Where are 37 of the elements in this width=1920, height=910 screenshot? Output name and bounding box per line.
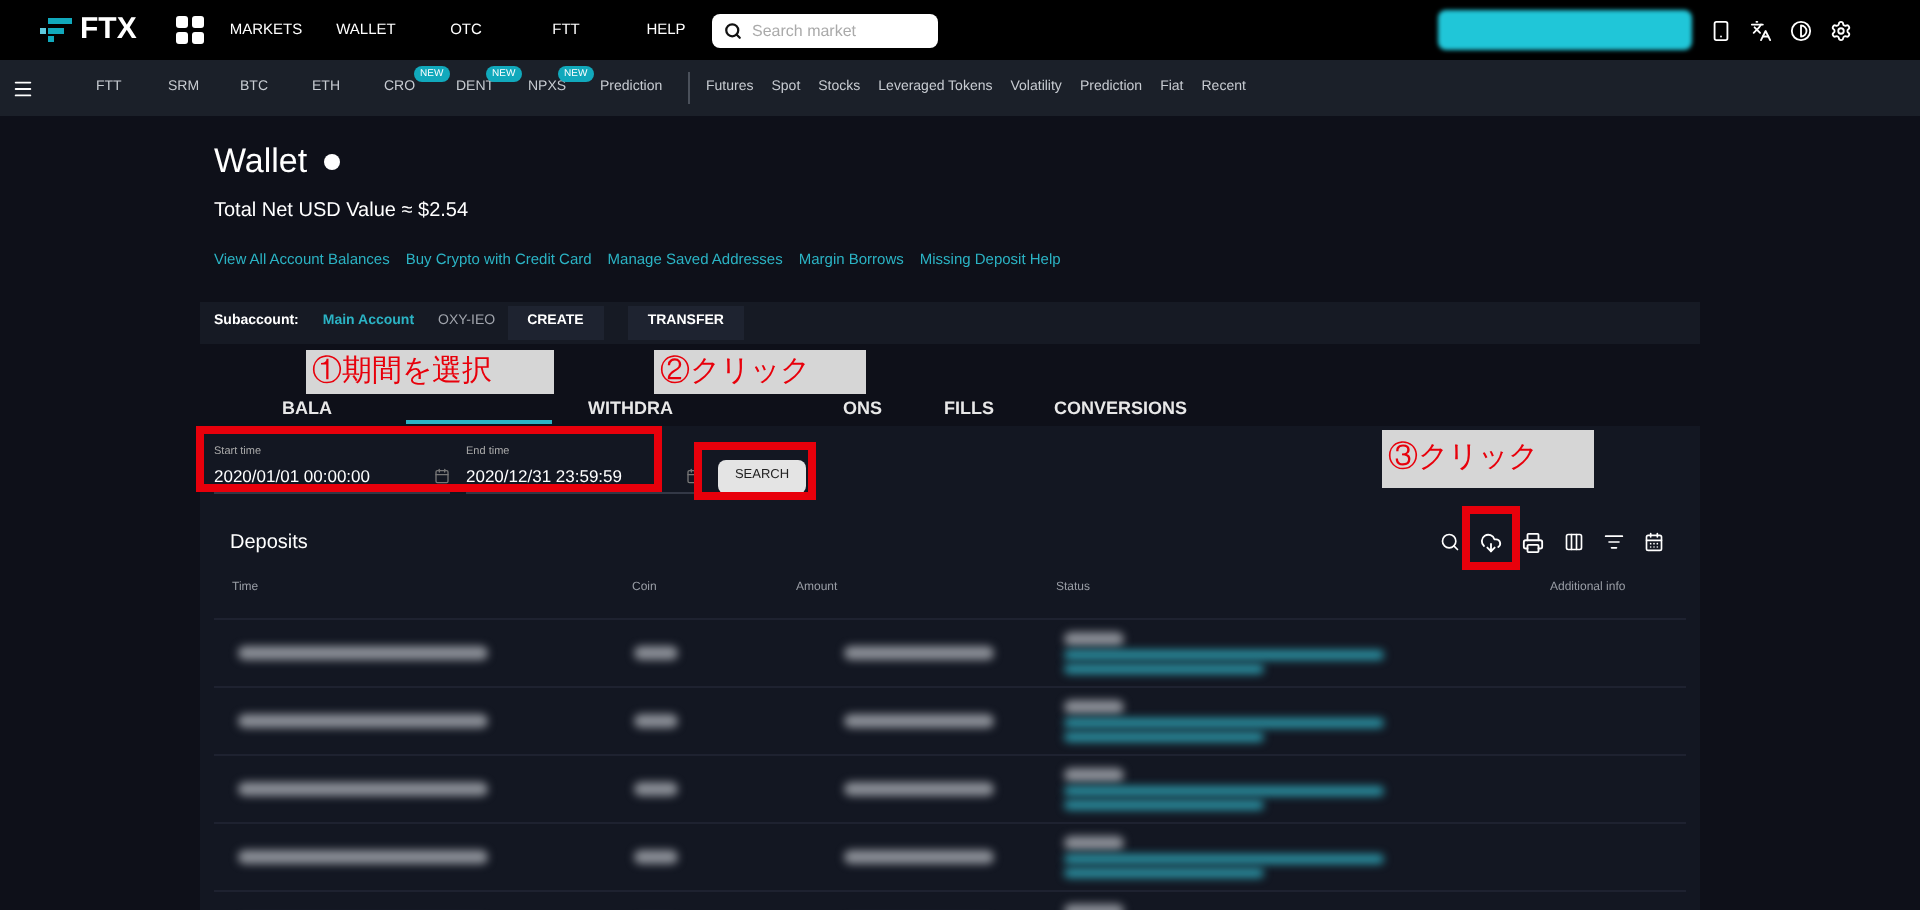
deposits-title: Deposits xyxy=(230,529,308,558)
print-icon[interactable] xyxy=(1522,531,1544,554)
search-field[interactable]: Search market xyxy=(712,13,938,47)
tab[interactable]: BALA xyxy=(282,397,332,424)
phone-icon[interactable] xyxy=(1710,19,1732,41)
columns-icon[interactable] xyxy=(1564,532,1584,553)
highlight-frame xyxy=(1462,506,1520,570)
blurred-text xyxy=(1064,699,1124,714)
logo-text: FTX xyxy=(80,9,137,50)
help-icon xyxy=(323,153,340,170)
tab[interactable]: ONS xyxy=(843,397,883,424)
contrast-icon[interactable] xyxy=(1790,19,1812,41)
highlight-frame xyxy=(694,442,816,500)
download-icon[interactable] xyxy=(1480,531,1502,554)
tab[interactable]: FILLS xyxy=(944,397,995,424)
tab[interactable]: WITHDRA xyxy=(588,397,673,424)
menu-icon[interactable] xyxy=(12,77,34,99)
blurred-text xyxy=(634,645,678,660)
blurred-email-pill[interactable] xyxy=(1438,10,1692,50)
tab[interactable]: CONVERSIONS xyxy=(1054,397,1188,424)
filter-icon[interactable] xyxy=(1604,532,1624,553)
blurred-text xyxy=(634,781,678,796)
blurred-text xyxy=(1064,631,1124,646)
blurred-text xyxy=(1064,767,1124,782)
blurred-text xyxy=(634,849,678,864)
settings-icon[interactable] xyxy=(1830,19,1852,41)
translate-icon[interactable] xyxy=(1750,19,1772,41)
annotation-label: ①期間を選択 xyxy=(306,350,554,394)
annotation-label: ②クリック xyxy=(654,350,866,394)
logo-icon xyxy=(40,18,72,42)
total-value: Total Net USD Value ≈ $2.54 xyxy=(214,197,471,225)
page-title: Wallet xyxy=(214,140,308,184)
grid-icon[interactable] xyxy=(176,16,204,44)
blurred-text xyxy=(634,713,678,728)
search-icon[interactable] xyxy=(1440,532,1460,553)
blurred-text xyxy=(1064,835,1124,850)
annotation-label: ③クリック xyxy=(1382,430,1594,488)
